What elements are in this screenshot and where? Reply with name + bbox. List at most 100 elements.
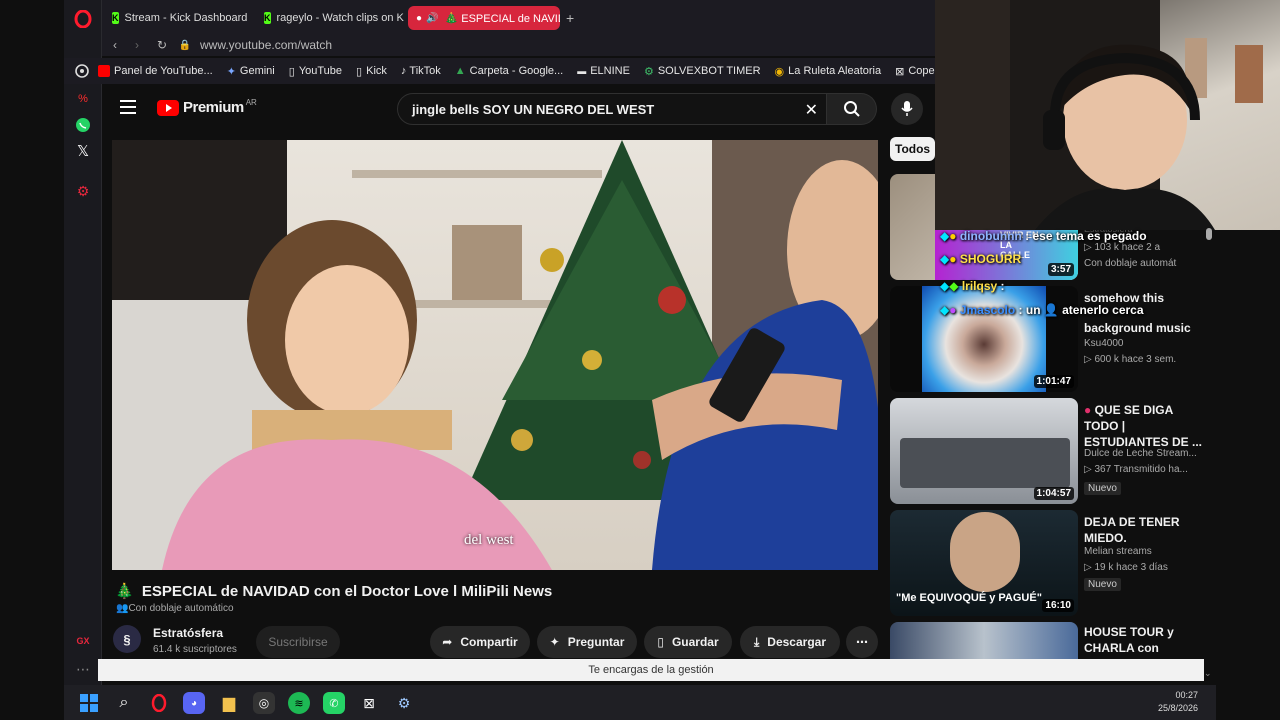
bookmark-solvexbot[interactable]: ⚙ SOLVEXBOT TIMER [644,65,761,78]
bookmark-elnine[interactable]: ▬ ELNINE [577,65,630,77]
capcut-icon[interactable]: ⊠ [358,692,380,714]
tab-label: Stream - Kick Dashboard [124,12,248,24]
video-title[interactable]: HOUSE TOUR y CHARLA con DAVOO [1084,624,1204,659]
whatsapp-icon[interactable]: ✆ [323,692,345,714]
chat-username[interactable]: lrilqsy [962,279,997,293]
url-field[interactable]: www.youtube.com/watch [200,38,332,52]
new-tab-button[interactable]: + [562,6,582,30]
video-title[interactable]: DEJA DE TENER MIEDO. [1084,514,1204,546]
save-button[interactable]: ▯ Guardar [644,626,732,658]
bookmark-copero[interactable]: ⊠Copero [895,65,935,78]
search-input[interactable]: jingle bells SOY UN NEGRO DEL WEST ✕ [397,93,827,125]
bookmark-ruleta[interactable]: ◉ La Ruleta Aleatoria [775,65,882,78]
subscriber-count: 61.4 k suscriptores [153,644,237,655]
clear-search-icon[interactable]: ✕ [805,100,818,120]
download-label: Descargar [767,635,827,649]
tab-kick-dashboard[interactable]: K Stream - Kick Dashboard [104,6,254,30]
search-icon[interactable]: ⌕ [113,692,135,714]
video-subtitle: del west [464,532,514,548]
video-title[interactable]: ● QUE SE DIGA TODO | ESTUDIANTES DE ... [1084,402,1204,450]
more-actions-button[interactable]: ⋯ [846,626,878,658]
discord-icon[interactable]: ◕ [183,692,205,714]
status-text: Te encargas de la gestión [588,664,714,676]
reload-icon[interactable]: ↻ [154,38,170,52]
video-duration: 3:57 [1047,263,1074,276]
scroll-down-icon[interactable]: ⌄ [1204,668,1212,679]
steam-icon[interactable]: ⚙ [393,692,415,714]
gx-icon[interactable]: GX [72,630,94,652]
video-thumbnail[interactable]: 1:01:47 [890,286,1078,392]
tab-kick-clips[interactable]: K rageylo - Watch clips on K [256,6,406,30]
file-explorer-icon[interactable]: ▆ [218,692,240,714]
recommendation-item[interactable]: 1:04:57 ● QUE SE DIGA TODO | ESTUDIANTES… [890,398,1210,504]
views: 600 k [1094,354,1119,365]
chip-all[interactable]: Todos [890,137,936,161]
chrome-icon[interactable]: ◎ [253,692,275,714]
back-icon[interactable]: ‹ [106,38,124,52]
channel-avatar[interactable]: § [113,625,141,653]
bookmark-tiktok[interactable]: ♪ TikTok [401,65,441,77]
bookmark-kick[interactable]: ▯ Kick [356,65,387,78]
x-twitter-icon[interactable]: 𝕏 [72,140,94,162]
youtube-logo[interactable]: Premium AR [157,98,257,116]
share-label: Compartir [460,635,518,649]
clock-date: 25/8/2026 [1157,703,1198,713]
dog-thumbnail-image [922,286,1046,392]
share-button[interactable]: ➦ Compartir [430,626,530,658]
voice-search-button[interactable] [891,93,923,125]
ask-button[interactable]: ✦ Preguntar [537,626,637,658]
elnine-icon: ▬ [577,66,587,76]
bookmark-drive[interactable]: ▲ Carpeta - Google... [455,65,563,77]
tab-youtube-active[interactable]: ● 🔊 🎄 ESPECIAL de NAVID [408,6,560,30]
chat-username[interactable]: SHOGURR [960,252,1021,266]
windows-start-icon[interactable] [78,692,100,714]
recommendation-item[interactable]: "Me EQUIVOQUÉ y PAGUÉ" 16:10 DEJA DE TEN… [890,510,1210,616]
filter-chips: Todos [890,137,936,166]
aria-icon[interactable]: % [72,88,94,110]
bookmark-gemini[interactable]: ✦ Gemini [227,65,275,78]
live-dot-icon: ● [1084,403,1092,417]
video-meta: ▷ 103 k hace 2 a [1084,242,1161,253]
opera-logo-icon[interactable] [72,8,94,30]
scrollbar-thumb[interactable] [1206,228,1212,240]
channel-name[interactable]: Estratósfera [153,626,223,640]
bookmark-youtube[interactable]: ▯ YouTube [289,65,342,78]
chat-username[interactable]: dinobunnn [960,229,1022,243]
dubbing-label: Con doblaje automát [1084,258,1177,269]
chat-username[interactable]: Jmascolo [960,303,1015,317]
kick-icon: K [112,12,119,24]
new-badge: Nuevo [1084,482,1121,495]
forward-icon[interactable]: › [128,38,146,52]
video-thumbnail[interactable]: 1:04:57 [890,398,1078,504]
views: 19 k [1094,562,1114,573]
search-button[interactable] [827,93,877,125]
more-icon[interactable]: ⋯ [72,658,94,680]
opera-gx-icon[interactable] [148,692,170,714]
hamburger-menu-icon[interactable] [120,100,136,114]
bookmark-label: Copero [908,65,935,77]
clock-time: 00:27 [1175,690,1198,700]
chatgpt-icon[interactable] [74,63,90,79]
video-player[interactable]: del west [112,140,878,570]
channel-name: Melian streams [1084,546,1152,557]
whatsapp-icon[interactable] [72,114,94,136]
channel-name: Dulce de Leche Stream... [1084,448,1197,459]
tab-bar: K Stream - Kick Dashboard K rageylo - Wa… [102,0,935,34]
roulette-icon: ◉ [774,65,785,78]
speaker-icon[interactable]: 🔊 [426,13,438,24]
spotify-icon[interactable]: ≋ [288,692,310,714]
subscribe-button[interactable]: Suscribirse [256,626,340,658]
video-thumbnail[interactable] [890,622,1078,659]
system-clock[interactable]: 00:27 25/8/2026 [1158,689,1198,715]
video-thumbnail[interactable]: "Me EQUIVOQUÉ y PAGUÉ" 16:10 [890,510,1078,616]
chat-text: : un 👤 atenerlo cerca [1018,303,1144,317]
recommendation-item[interactable]: HOUSE TOUR y CHARLA con DAVOO [890,622,1210,659]
share-icon: ➦ [442,635,453,649]
badge-icon: ◆ [940,252,950,266]
chat-message: ◆● SHOGURR [940,252,1021,266]
recommendation-item[interactable]: 1:01:47 somehow this background music Ks… [890,286,1210,392]
settings-icon[interactable]: ⚙ [72,180,94,202]
download-button[interactable]: ⤓ Descargar [740,626,840,658]
webcam-overlay [935,0,1280,230]
bookmark-yt-panel[interactable]: Panel de YouTube... [98,65,213,77]
